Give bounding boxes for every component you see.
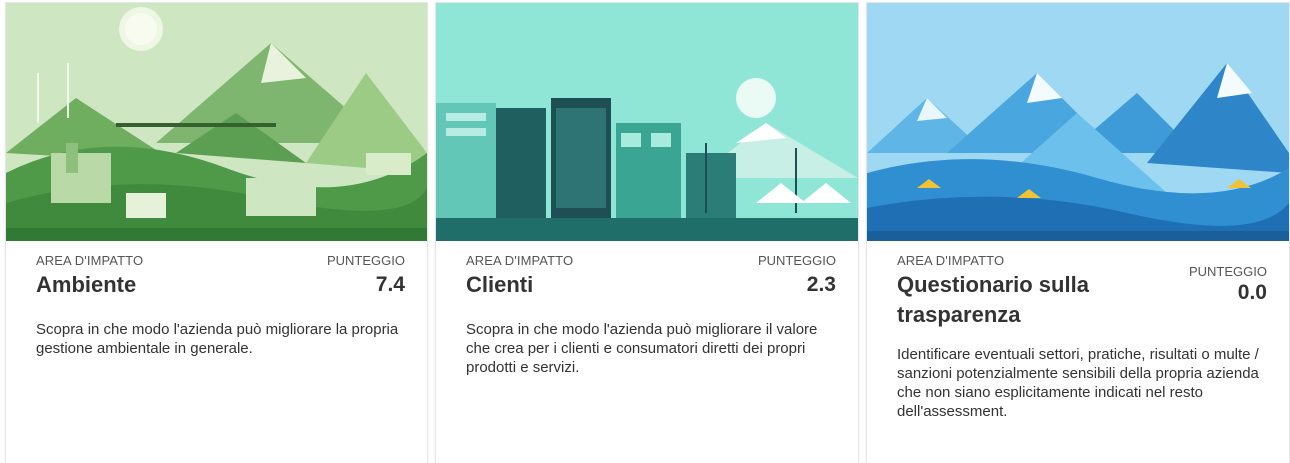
score-value: 7.4 bbox=[375, 273, 405, 296]
score-label: PUNTEGGIO bbox=[326, 253, 405, 268]
card-title: Ambiente bbox=[36, 272, 137, 297]
teal-city-illustration bbox=[436, 3, 858, 241]
area-label: AREA D'IMPATTO bbox=[466, 253, 574, 268]
blue-mountains-illustration bbox=[867, 3, 1289, 241]
card-description: Identificare eventuali settori, pratiche… bbox=[897, 346, 1259, 420]
impact-card-trasparenza[interactable]: AREA D'IMPATTO Questionario sulla traspa… bbox=[867, 3, 1289, 463]
area-label: AREA D'IMPATTO bbox=[36, 253, 144, 268]
impact-card-clienti[interactable]: AREA D'IMPATTO PUNTEGGIO Clienti 2.3 Sco… bbox=[436, 3, 858, 463]
score-value: 2.3 bbox=[806, 273, 836, 296]
green-landscape-illustration bbox=[6, 3, 427, 241]
card-description: Scopra in che modo l'azienda può miglior… bbox=[36, 321, 399, 357]
score-label: PUNTEGGIO bbox=[757, 253, 836, 268]
area-label: AREA D'IMPATTO bbox=[897, 253, 1005, 268]
card-title: Questionario sulla trasparenza bbox=[897, 272, 1089, 327]
score-label: PUNTEGGIO bbox=[1188, 264, 1267, 279]
score-value: 0.0 bbox=[1237, 281, 1267, 304]
card-description: Scopra in che modo l'azienda può miglior… bbox=[466, 321, 818, 376]
impact-area-cards: AREA D'IMPATTO PUNTEGGIO Ambiente 7.4 Sc… bbox=[6, 3, 1289, 463]
card-title: Clienti bbox=[466, 272, 534, 297]
impact-card-ambiente[interactable]: AREA D'IMPATTO PUNTEGGIO Ambiente 7.4 Sc… bbox=[6, 3, 427, 463]
